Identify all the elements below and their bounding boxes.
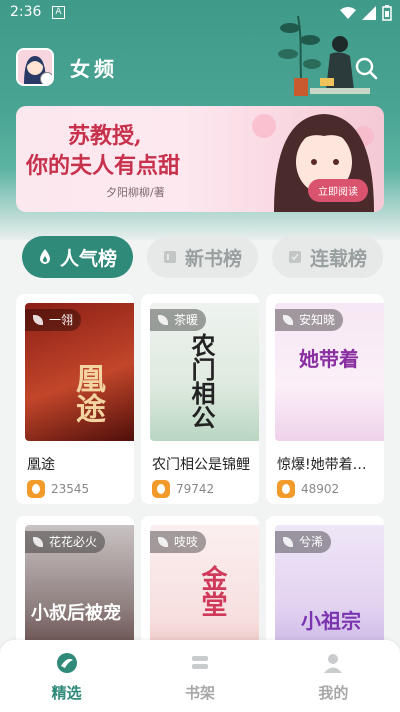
header-row: 女频 [16, 44, 384, 90]
fire-icon [27, 480, 45, 498]
featured-icon [56, 653, 77, 673]
book-cover: 安知晓 她带着 [275, 303, 384, 441]
nav-bookshelf-label: 书架 [184, 684, 215, 702]
popularity-count: 79742 [176, 482, 215, 496]
status-bar: 2:36 A [0, 0, 400, 28]
banner-title-line1: 苏教授, [68, 123, 142, 149]
book-card[interactable]: 安知晓 她带着 惊爆!她带着… 48902 [266, 294, 384, 504]
search-icon[interactable] [354, 56, 378, 80]
book-icon [164, 251, 177, 263]
profile-icon [324, 654, 343, 673]
avatar[interactable] [16, 48, 54, 86]
cover-title: 她带着 [299, 347, 359, 371]
book-author-tag: 一翎 [25, 309, 82, 331]
promo-banner[interactable]: 苏教授, 你的夫人有点甜 夕阳柳柳/著 立即阅读 [16, 106, 384, 212]
book-author-tag: 吱吱 [150, 531, 207, 553]
popularity-count: 48902 [301, 482, 340, 496]
book-popularity: 23545 [27, 480, 89, 498]
ranking-tabs: 人气榜 新书榜 连载榜 [22, 236, 384, 280]
book-card[interactable]: 一翎 凰途 凰途 23545 [16, 294, 134, 504]
switch-badge-icon [40, 72, 52, 84]
status-time: 2:36 [10, 4, 42, 20]
banner-author: 夕阳柳柳/著 [106, 186, 165, 199]
tab-serial[interactable]: 连载榜 [272, 236, 384, 278]
book-popularity: 48902 [277, 480, 339, 498]
serial-icon [289, 251, 302, 263]
book-author-tag: 安知晓 [275, 309, 344, 331]
book-popularity: 79742 [152, 480, 214, 498]
flame-icon [40, 249, 50, 264]
cover-title: 小祖宗 [301, 609, 361, 633]
book-cover: 一翎 凰途 [25, 303, 134, 441]
nav-featured[interactable]: 精选 [0, 640, 133, 712]
banner-title-line2: 你的夫人有点甜 [26, 153, 181, 179]
notification-icon: A [52, 6, 65, 19]
tab-popular-label: 人气榜 [60, 247, 118, 270]
popularity-count: 23545 [51, 482, 90, 496]
nav-profile-label: 我的 [318, 684, 349, 702]
tab-new-books[interactable]: 新书榜 [147, 236, 259, 278]
fire-icon [277, 480, 295, 498]
book-title: 农门相公是锦鲤 [152, 457, 250, 473]
battery-icon [382, 5, 392, 21]
book-cover: 茶暖 农门相公 [150, 303, 259, 441]
book-title: 凰途 [27, 457, 55, 473]
cover-title: 小叔后被宠 [31, 603, 121, 624]
tab-popular[interactable]: 人气榜 [22, 236, 134, 278]
nav-featured-label: 精选 [51, 684, 82, 702]
signal-icon [362, 6, 376, 20]
fire-icon [152, 480, 170, 498]
cover-title: 凰途 [70, 363, 105, 423]
bottom-navigation: 精选 书架 我的 [0, 640, 400, 712]
cover-title: 农门相公 [187, 333, 216, 429]
cover-title: 金堂 [197, 565, 227, 617]
book-title: 惊爆!她带着… [277, 457, 367, 473]
bookshelf-icon [191, 656, 208, 669]
book-author-tag: 兮浠 [275, 531, 332, 553]
nav-bookshelf[interactable]: 书架 [133, 640, 266, 712]
tab-new-books-label: 新书榜 [185, 247, 243, 270]
wifi-icon [340, 7, 356, 19]
nav-profile[interactable]: 我的 [267, 640, 400, 712]
book-author-tag: 花花必火 [25, 531, 106, 553]
tab-serial-label: 连载榜 [310, 247, 368, 270]
channel-title[interactable]: 女频 [70, 53, 118, 82]
book-author-tag: 茶暖 [150, 309, 207, 331]
book-card[interactable]: 茶暖 农门相公 农门相公是锦鲤 79742 [141, 294, 259, 504]
read-now-button[interactable]: 立即阅读 [308, 179, 368, 202]
